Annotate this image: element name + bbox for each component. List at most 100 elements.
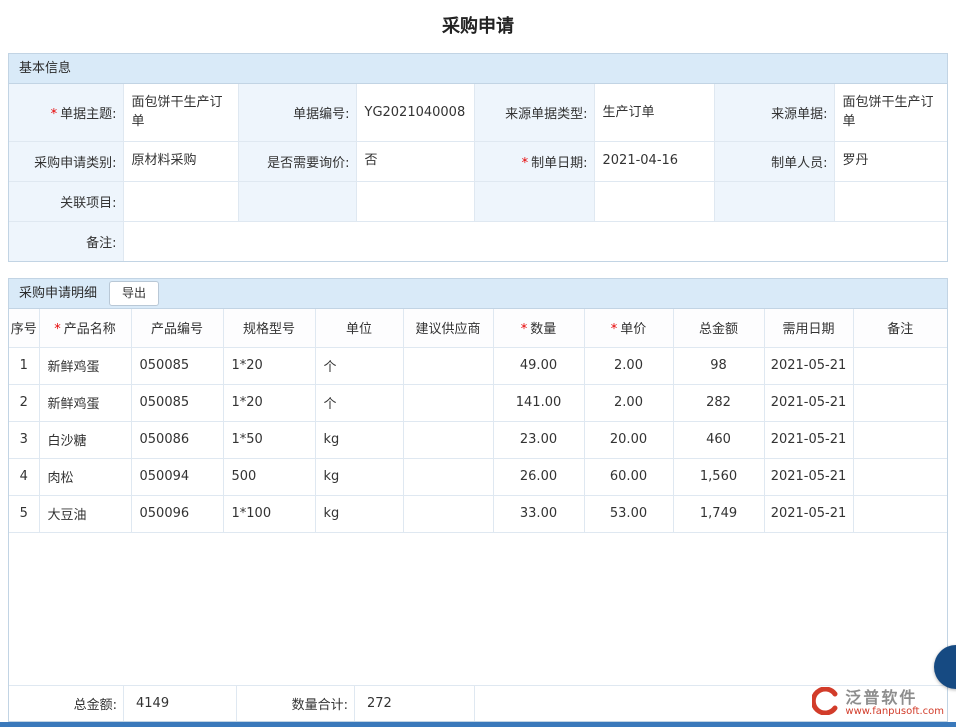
details-header: 采购申请明细 导出 [9, 279, 947, 309]
detail-row: 3 白沙糖 050086 1*50 kg 23.00 20.00 460 202… [9, 421, 947, 458]
cell-unit: kg [315, 495, 403, 532]
bottom-accent-bar [0, 722, 956, 727]
basic-info-row: *单据主题: 面包饼干生产订单 单据编号: YG2021040008 来源单据类… [9, 84, 947, 141]
col-spec: 规格型号 [223, 309, 315, 347]
cell-supplier [403, 495, 493, 532]
cell-qty: 23.00 [493, 421, 584, 458]
field-value-remark [123, 221, 947, 261]
cell-unit: kg [315, 458, 403, 495]
cell-amount: 460 [673, 421, 764, 458]
required-asterisk: * [522, 156, 529, 171]
field-label-related-project: 关联项目: [9, 181, 123, 221]
cell-remark [853, 347, 947, 384]
cell-qty: 33.00 [493, 495, 584, 532]
empty-label-cell [714, 181, 834, 221]
empty-label-cell [238, 181, 356, 221]
cell-remark [853, 495, 947, 532]
basic-info-panel: 基本信息 *单据主题: 面包饼干生产订单 单据编号: YG2021040008 … [8, 53, 948, 262]
cell-product-name: 白沙糖 [39, 421, 131, 458]
cell-need-date: 2021-05-21 [764, 384, 853, 421]
field-label-remark: 备注: [9, 221, 123, 261]
cell-unit: 个 [315, 384, 403, 421]
col-product-no: 产品编号 [131, 309, 223, 347]
quantity-total-label: 数量合计: [237, 686, 354, 721]
cell-spec: 1*100 [223, 495, 315, 532]
cell-supplier [403, 458, 493, 495]
basic-info-row: 备注: [9, 221, 947, 261]
col-seq: 序号 [9, 309, 39, 347]
field-value-purchase-category: 原材料采购 [123, 141, 238, 181]
field-value-related-project [123, 181, 238, 221]
quantity-total-value: 272 [354, 686, 475, 721]
col-unit: 单位 [315, 309, 403, 347]
cell-spec: 1*20 [223, 347, 315, 384]
basic-info-section-title: 基本信息 [19, 54, 71, 84]
col-amount: 总金额 [673, 309, 764, 347]
brand-name: 泛普软件 [845, 689, 917, 707]
basic-info-row: 采购申请类别: 原材料采购 是否需要询价: 否 *制单日期: 2021-04-1… [9, 141, 947, 181]
cell-need-date: 2021-05-21 [764, 495, 853, 532]
cell-product-no: 050096 [131, 495, 223, 532]
cell-product-name: 大豆油 [39, 495, 131, 532]
cell-price: 20.00 [584, 421, 673, 458]
detail-header-row: 序号 *产品名称 产品编号 规格型号 单位 建议供应商 *数量 *单价 总金额 … [9, 309, 947, 347]
cell-price: 2.00 [584, 384, 673, 421]
empty-value-cell [834, 181, 947, 221]
field-value-source-doc-type: 生产订单 [594, 84, 714, 141]
cell-spec: 1*20 [223, 384, 315, 421]
cell-price: 2.00 [584, 347, 673, 384]
cell-seq: 4 [9, 458, 39, 495]
basic-info-header: 基本信息 [9, 54, 947, 84]
details-empty-area [9, 533, 947, 686]
cell-seq: 1 [9, 347, 39, 384]
col-price: *单价 [584, 309, 673, 347]
details-panel: 采购申请明细 导出 序号 *产品名称 产品编号 规格型号 单位 建议供应商 *数… [8, 278, 948, 722]
field-label-creator: 制单人员: [714, 141, 834, 181]
field-label-doc-subject: *单据主题: [9, 84, 123, 141]
total-amount-label: 总金额: [9, 686, 123, 721]
cell-supplier [403, 384, 493, 421]
detail-row: 5 大豆油 050096 1*100 kg 33.00 53.00 1,749 … [9, 495, 947, 532]
field-label-source-doc: 来源单据: [714, 84, 834, 141]
export-button[interactable]: 导出 [109, 281, 159, 306]
cell-remark [853, 384, 947, 421]
page-title: 采购申请 [0, 0, 956, 53]
field-label-source-doc-type: 来源单据类型: [474, 84, 594, 141]
cell-supplier [403, 421, 493, 458]
field-value-doc-subject: 面包饼干生产订单 [123, 84, 238, 141]
fanpu-brand: 泛普软件 www.fanpusoft.com [812, 687, 944, 719]
cell-price: 60.00 [584, 458, 673, 495]
detail-row: 4 肉松 050094 500 kg 26.00 60.00 1,560 202… [9, 458, 947, 495]
field-value-doc-no: YG2021040008 [356, 84, 474, 141]
cell-product-no: 050094 [131, 458, 223, 495]
cell-remark [853, 421, 947, 458]
cell-amount: 1,560 [673, 458, 764, 495]
cell-unit: kg [315, 421, 403, 458]
cell-product-no: 050086 [131, 421, 223, 458]
cell-qty: 26.00 [493, 458, 584, 495]
cell-price: 53.00 [584, 495, 673, 532]
required-asterisk: * [611, 322, 618, 337]
col-supplier: 建议供应商 [403, 309, 493, 347]
field-label-need-inquiry: 是否需要询价: [238, 141, 356, 181]
brand-url: www.fanpusoft.com [845, 706, 944, 717]
cell-qty: 141.00 [493, 384, 584, 421]
purchase-request-page: { "marks": { "required": "*" }, "colors"… [0, 0, 956, 727]
brand-text: 泛普软件 www.fanpusoft.com [845, 689, 944, 718]
panel-gap [0, 262, 956, 278]
col-qty: *数量 [493, 309, 584, 347]
field-label-doc-no: 单据编号: [238, 84, 356, 141]
summary-row: 总金额: 4149 数量合计: 272 [9, 685, 947, 721]
required-asterisk: * [521, 322, 528, 337]
details-section-title: 采购申请明细 [19, 279, 97, 309]
empty-value-cell [594, 181, 714, 221]
field-value-source-doc: 面包饼干生产订单 [834, 84, 947, 141]
field-value-create-date: 2021-04-16 [594, 141, 714, 181]
cell-amount: 98 [673, 347, 764, 384]
col-remark: 备注 [853, 309, 947, 347]
total-amount-value: 4149 [123, 686, 237, 721]
cell-spec: 500 [223, 458, 315, 495]
cell-need-date: 2021-05-21 [764, 347, 853, 384]
cell-supplier [403, 347, 493, 384]
empty-label-cell [474, 181, 594, 221]
